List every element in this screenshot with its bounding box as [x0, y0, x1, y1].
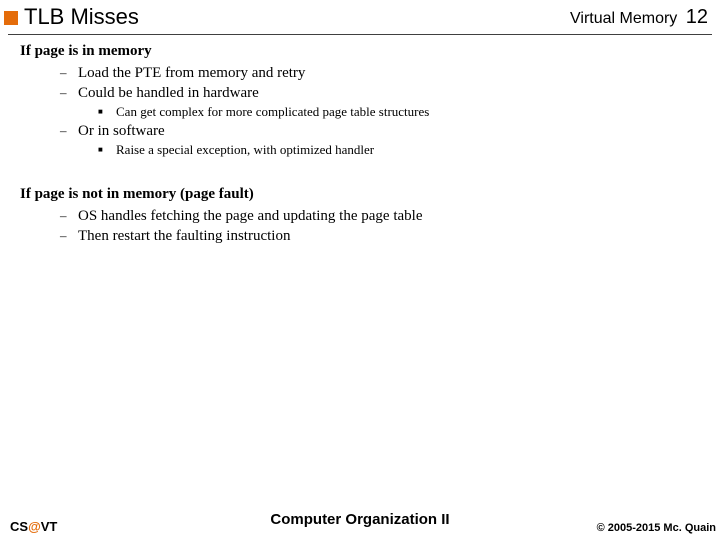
list-item-text: OS handles fetching the page and updatin…	[78, 207, 422, 225]
list-item: – Load the PTE from memory and retry	[60, 64, 720, 82]
dash-bullet-icon: –	[60, 122, 78, 140]
list-item-text: Then restart the faulting instruction	[78, 227, 290, 245]
list-item-text: Could be handled in hardware	[78, 84, 259, 102]
section1-heading: If page is in memory	[20, 43, 720, 60]
footer-right: © 2005-2015 Mc. Quain	[597, 522, 716, 534]
list-item-text: Or in software	[78, 122, 165, 140]
dash-bullet-icon: –	[60, 207, 78, 225]
list-item-text: Can get complex for more complicated pag…	[116, 104, 429, 120]
dash-bullet-icon: –	[60, 64, 78, 82]
list-item: ■ Can get complex for more complicated p…	[98, 104, 720, 120]
dash-bullet-icon: –	[60, 227, 78, 245]
page-number: 12	[686, 6, 708, 28]
header-right: Virtual Memory 12	[570, 6, 716, 29]
footer-cs: CS	[10, 519, 28, 534]
list-item: – OS handles fetching the page and updat…	[60, 207, 720, 225]
footer-left: CS@VT	[10, 519, 57, 534]
square-bullet-icon: ■	[98, 104, 116, 120]
list-item-text: Load the PTE from memory and retry	[78, 64, 305, 82]
slide-footer: CS@VT Computer Organization II © 2005-20…	[0, 519, 720, 534]
list-item-text: Raise a special exception, with optimize…	[116, 142, 374, 158]
slide: TLB Misses Virtual Memory 12 If page is …	[0, 0, 720, 540]
heading-suffix: in memory (page fault)	[103, 186, 254, 202]
accent-square-icon	[4, 11, 18, 25]
square-bullet-icon: ■	[98, 142, 116, 158]
list-item: – Could be handled in hardware	[60, 84, 720, 102]
slide-title: TLB Misses	[24, 4, 139, 30]
topic-label: Virtual Memory	[570, 10, 677, 27]
heading-prefix: If page is	[20, 186, 82, 202]
dash-bullet-icon: –	[60, 84, 78, 102]
section2-heading: If page is not in memory (page fault)	[20, 186, 720, 203]
footer-center: Computer Organization II	[270, 511, 449, 528]
slide-content: If page is in memory – Load the PTE from…	[0, 35, 720, 245]
list-item: – Or in software	[60, 122, 720, 140]
footer-at: @	[28, 519, 41, 534]
list-item: – Then restart the faulting instruction	[60, 227, 720, 245]
footer-vt: VT	[41, 519, 58, 534]
slide-header: TLB Misses Virtual Memory 12	[0, 0, 720, 30]
heading-em: not	[82, 186, 103, 202]
list-item: ■ Raise a special exception, with optimi…	[98, 142, 720, 158]
